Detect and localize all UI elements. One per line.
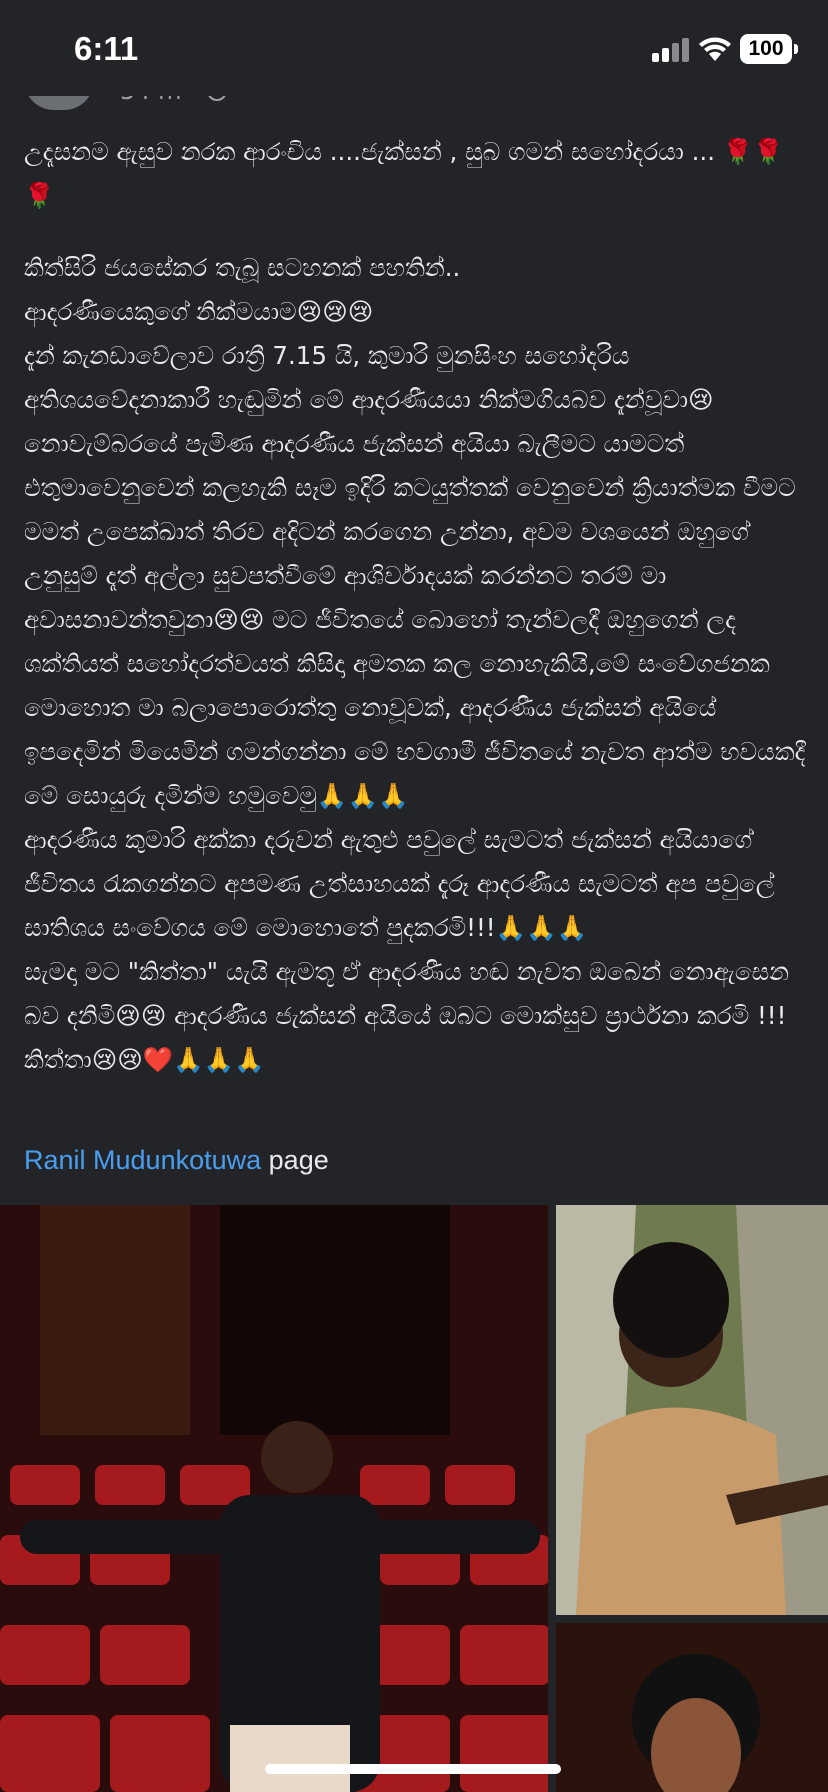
status-time: 6:11 [74, 30, 139, 67]
battery-indicator: 100 [740, 34, 798, 64]
source-page-suffix: page [268, 1145, 329, 1175]
home-indicator[interactable] [265, 1764, 561, 1774]
wifi-icon [699, 37, 731, 61]
source-page-link[interactable]: Ranil Mudunkotuwa [24, 1145, 261, 1175]
cellular-signal-icon [652, 38, 690, 62]
status-bar: 6:11 100 [0, 0, 828, 96]
photo-portrait-tree[interactable] [556, 1205, 828, 1615]
photo-portrait-close[interactable] [556, 1623, 828, 1792]
post-line: කිත්සිරි ජයසේකර තැබූ සටහනක් පහතින්.. [24, 253, 461, 282]
post-source: Ranil Mudunkotuwa page [24, 1145, 329, 1176]
post-line: නොවැම්බරයේ පැමිණ ආදරණීය ජැක්සන් අයියා බැ… [24, 429, 806, 810]
post-line: උදෑසනම ඇසුව නරක ආරංචිය ....ජැක්සන් , සුබ… [24, 137, 784, 210]
post-line: දැන් කැනඩාවේලාව රාත්‍රී 7.15 යි, කුමාරි … [24, 341, 714, 414]
post-line: ආදරණීයෙකුගේ නික්මයාම😢😢😢 [24, 297, 374, 326]
post-line: ආදරණීය කුමාරි අක්කා දරුවන් ඇතුළු පවුලේ ස… [24, 825, 775, 942]
photo-grid [0, 1205, 828, 1792]
photo-theater[interactable] [0, 1205, 548, 1792]
post-body: උදෑසනම ඇසුව නරක ආරංචිය ....ජැක්සන් , සුබ… [24, 130, 809, 1082]
post-line: සැමදා මට "කිත්තා" යැයි ඇමතූ ඒ ආදරණීය හඬ … [24, 957, 790, 1074]
